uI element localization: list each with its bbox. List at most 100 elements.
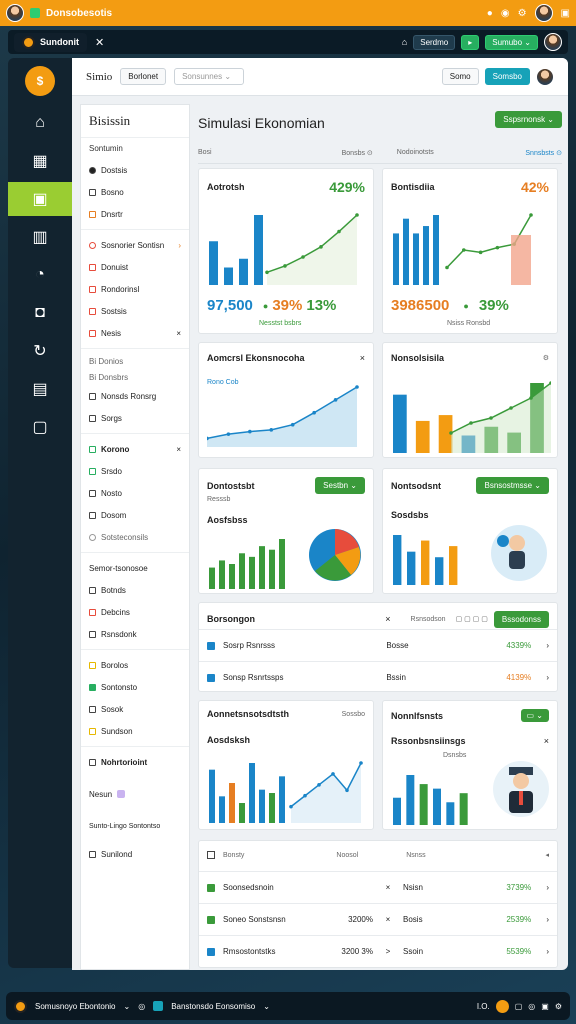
chart-card-8[interactable]: Nonnlfsnsts ▭ ⌄ Rssonbsnsiinsgs × Dsnsbs [382,700,558,830]
nav-item[interactable]: Nonsds Ronsrg [81,385,189,407]
power-icon[interactable]: ◎ [138,1002,145,1011]
home-icon[interactable]: ⌂ [8,106,72,140]
nav-item[interactable]: Semor-tsonosoe [81,557,189,579]
bar-chart-card[interactable]: Nonsolsisila ⚙ [382,342,558,458]
user-avatar[interactable] [534,4,553,22]
settings-icon[interactable]: ⚙ [518,8,527,19]
chevron-right-icon[interactable]: › [546,673,549,682]
nav-item[interactable]: Nesis × [81,322,189,344]
chevron-right-icon[interactable]: › [546,883,549,892]
nav-item[interactable]: Dosom [81,504,189,526]
tray-icon[interactable] [495,999,509,1013]
tray-icon[interactable]: ◎ [528,1002,535,1011]
close-icon[interactable]: × [544,736,549,746]
avatar[interactable] [6,4,24,22]
nav-item[interactable]: Nohrtorioint [81,751,189,773]
close-icon[interactable]: × [360,353,365,363]
nav-item[interactable]: Sosnorier Sontisn › [81,234,189,256]
start-icon[interactable] [14,999,27,1013]
nav-item[interactable]: Sostsis [81,300,189,322]
checkbox-icon[interactable] [207,851,215,859]
nav-item[interactable]: Nosto [81,482,189,504]
close-icon[interactable]: × [176,445,181,454]
chat-icon[interactable]: ◔ [8,258,72,292]
kpi-card-1[interactable]: Aotrotsh 429% 97,500 ● 39% 13% Nesstst b… [198,168,374,334]
sort-icon[interactable]: ◂ [545,851,549,859]
header-select[interactable]: Sonsunnes ⌄ [174,68,245,85]
home-icon[interactable]: ⌂ [402,37,407,47]
nav-item[interactable]: Sundson [81,720,189,742]
chevron-right-icon[interactable]: › [546,641,549,650]
user-avatar[interactable] [544,33,562,51]
card-button[interactable]: ▭ ⌄ [520,709,549,722]
close-icon[interactable]: × [385,614,390,624]
nav-item[interactable]: Sunto-Lingo Sontontso [81,815,189,837]
nav-item[interactable]: Nesun [81,783,189,805]
document-icon[interactable]: ▤ [8,372,72,406]
chart-icon[interactable]: ▣ [8,182,72,216]
refresh-icon[interactable]: ↻ [8,334,72,368]
primary-action-button[interactable]: Sspsrnonsk ⌄ [495,110,562,128]
close-icon[interactable]: ✕ [95,36,104,49]
nav-item[interactable]: Donuist [81,256,189,278]
chevron-down-icon[interactable]: ⌄ [124,1002,131,1011]
report-icon[interactable]: ▢ [8,410,72,444]
tray-icon[interactable]: ▣ [541,1002,549,1011]
header-button-2[interactable]: Somo [441,68,479,85]
nav-item[interactable]: Sontonsto [81,676,189,698]
nav-item[interactable]: Korono × [81,438,189,460]
wallet-icon[interactable]: ◘ [8,296,72,330]
nav-item[interactable]: Sunilond [81,843,189,865]
header-primary-button[interactable]: Somsbo [484,68,530,85]
appbar-green-icon[interactable]: ▸ [461,34,480,50]
table-button[interactable]: Bssodonss [493,610,549,628]
user-avatar[interactable] [536,67,554,86]
header-button[interactable]: Borlonet [120,68,167,85]
taskbar-item[interactable]: Banstonsdo Eonsomiso [171,1002,255,1011]
appbar-dropdown[interactable]: Sumubo ⌄ [485,34,538,50]
table-row[interactable]: Sonsp Rsnrtssps Bssin 4139% › [199,661,557,693]
building-icon[interactable]: ▦ [8,144,72,178]
table-row[interactable]: Soneo Sonstsnsn 3200% × Bosis 2539% › [199,903,557,935]
area-chart-card[interactable]: Aomcrsl Ekonsnocoha × Rono Cob [198,342,374,458]
nav-item[interactable]: Rondorinsl [81,278,189,300]
close-icon[interactable]: ▣ [561,8,570,19]
illustration-card[interactable]: Nontsodsnt Bsnsostmsse ⌄ Sosdsbs [382,468,558,594]
toolbar-icons[interactable]: ▢ ▢ ▢ ▢ [456,615,488,623]
table-row[interactable]: Soonsedsnoin × Nsisn 3739% › [199,871,557,903]
nav-item[interactable]: Sotsteconsils [81,526,189,548]
nav-item[interactable]: Bosno [81,181,189,203]
table-row[interactable]: Sosrp Rsnrsss Bosse 4339% › [199,629,557,661]
nav-item[interactable]: Sosok [81,698,189,720]
appbar-button[interactable]: Serdmo [413,34,456,50]
nav-item[interactable]: Sorgs [81,407,189,429]
nav-item[interactable]: Dnsrtr [81,203,189,225]
nav-item[interactable]: Borolos [81,654,189,676]
settings-icon[interactable]: ⚙ [543,354,549,362]
kpi-card-2[interactable]: Bontisdiia 42% 3986500 ● 39% Nsiss Ronsb… [382,168,558,334]
pie-card[interactable]: Dontostsbt Sestbn ⌄ Resssb Aosfsbss [198,468,374,594]
nav-item[interactable]: Srsdo [81,460,189,482]
nav-item[interactable]: Rsnsdonk [81,623,189,645]
card-button[interactable]: Sestbn ⌄ [315,477,365,494]
close-icon[interactable]: × [176,329,181,338]
chevron-down-icon[interactable]: ⌄ [263,1002,270,1011]
chart-card-7[interactable]: Aonnetsnsotsdtsth Sossbo Aosdsksh [198,700,374,830]
chevron-right-icon[interactable]: › [546,947,549,956]
tab-active[interactable]: Sundonit [14,32,87,52]
chevron-right-icon[interactable]: › [546,915,549,924]
nav-item[interactable]: Botnds [81,579,189,601]
logo-icon[interactable]: $ [25,66,55,96]
table-row[interactable]: Rmsostontstks 3200 3% > Ssoin 5539% › [199,935,557,967]
calendar-icon[interactable]: ▥ [8,220,72,254]
nav-item[interactable]: Debcins [81,601,189,623]
tray-icon[interactable]: ▢ [515,1002,523,1011]
taskbar-item[interactable]: Somusnoyo Ebontonio [35,1002,116,1011]
info-icon[interactable]: ◉ [501,8,510,19]
bell-icon[interactable]: ● [487,8,493,19]
nav-item[interactable]: Bi Donios [81,353,189,369]
nav-item[interactable]: Bi Donsbrs [81,369,189,385]
nav-item[interactable]: Dostsis [81,159,189,181]
card-button[interactable]: Bsnsostmsse ⌄ [476,477,549,494]
tray-icon[interactable]: ⚙ [555,1002,562,1011]
